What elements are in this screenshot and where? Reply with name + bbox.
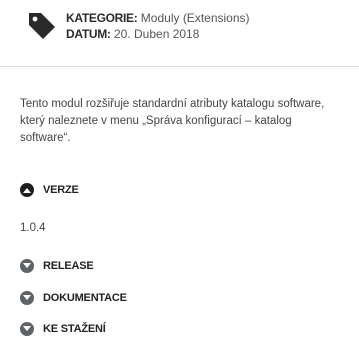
- section-dokumentace-label: DOKUMENTACE: [43, 292, 127, 304]
- section-verze-label: VERZE: [43, 184, 79, 196]
- version-value: 1.0.4: [20, 222, 46, 234]
- divider: [0, 66, 359, 67]
- section-verze-toggle[interactable]: VERZE: [20, 182, 79, 198]
- date-label: DATUM:: [66, 27, 111, 41]
- section-release-label: RELEASE: [43, 260, 94, 272]
- description-line-1: Tento modul rozšiřuje standardní atribut…: [20, 98, 325, 110]
- chevron-down-icon: [20, 291, 34, 305]
- date-value: 20. Duben 2018: [113, 27, 200, 41]
- meta-lines: KATEGORIE: Moduly (Extensions) DATUM: 20…: [66, 10, 250, 42]
- category-label: KATEGORIE:: [66, 11, 138, 25]
- category-value: Moduly (Extensions): [140, 11, 250, 25]
- module-detail-page: KATEGORIE: Moduly (Extensions) DATUM: 20…: [0, 0, 359, 341]
- section-release-toggle[interactable]: RELEASE: [20, 258, 94, 274]
- category-row: KATEGORIE: Moduly (Extensions): [66, 10, 250, 26]
- module-description: Tento modul rozšiřuje standardní atribut…: [20, 96, 359, 147]
- description-line-2: který naleznete v menu „Správa konfigura…: [20, 115, 292, 127]
- description-line-3: software“.: [20, 132, 71, 144]
- section-dokumentace-toggle[interactable]: DOKUMENTACE: [20, 290, 127, 306]
- section-ke-stazeni-toggle[interactable]: KE STAŽENÍ: [20, 321, 106, 337]
- chevron-down-icon: [20, 322, 34, 336]
- chevron-up-icon: [20, 183, 34, 197]
- module-meta: KATEGORIE: Moduly (Extensions) DATUM: 20…: [14, 10, 354, 50]
- date-row: DATUM: 20. Duben 2018: [66, 26, 250, 42]
- tag-icon: [29, 13, 55, 39]
- chevron-down-icon: [20, 259, 34, 273]
- section-ke-stazeni-label: KE STAŽENÍ: [43, 323, 106, 335]
